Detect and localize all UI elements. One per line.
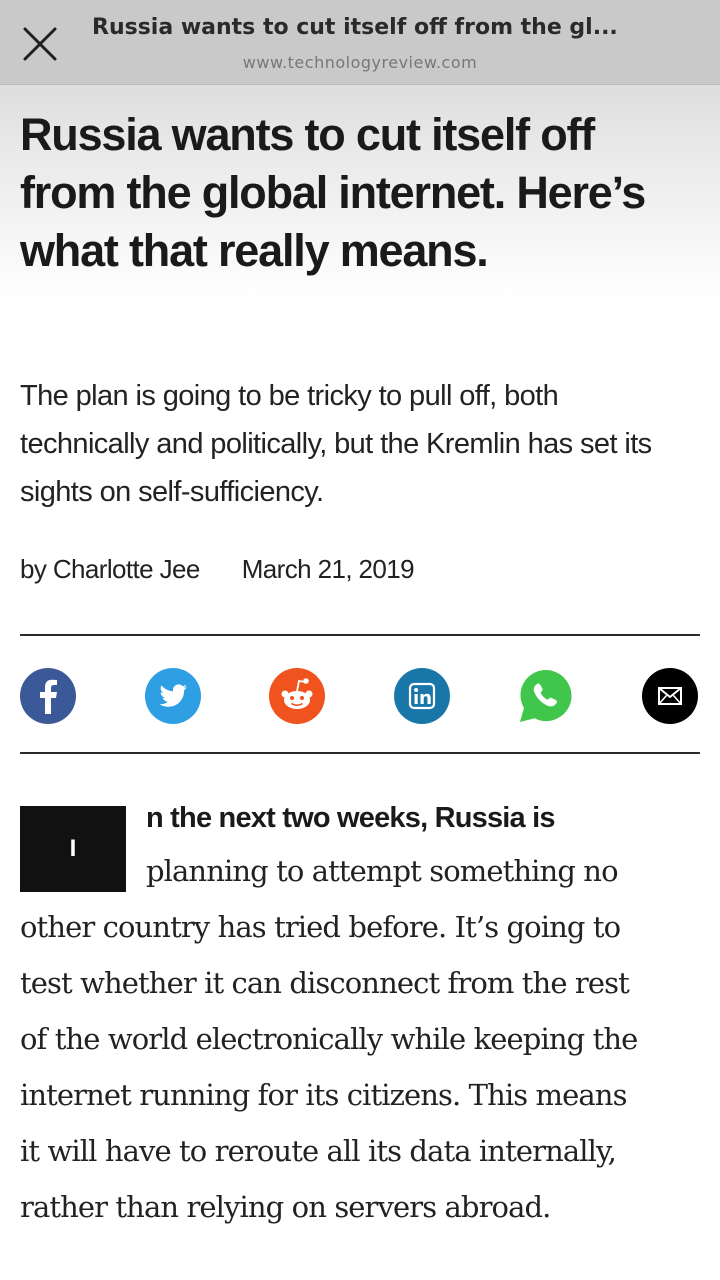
author-link[interactable]: by Charlotte Jee <box>20 554 200 584</box>
body-line: test whether it can disconnect from the … <box>20 966 630 1000</box>
reddit-icon <box>269 668 325 724</box>
page-url: www.technologyreview.com <box>242 53 478 72</box>
body-line: rather than relying on servers abroad. <box>20 1190 551 1224</box>
divider-top <box>20 634 700 636</box>
facebook-icon <box>20 668 76 724</box>
share-facebook-button[interactable] <box>18 666 78 726</box>
article-dek: The plan is going to be tricky to pull o… <box>20 380 652 508</box>
linkedin-icon <box>394 668 450 724</box>
share-bar <box>0 666 720 726</box>
divider-bottom <box>20 752 700 754</box>
byline: by Charlotte Jee March 21, 2019 <box>20 554 415 585</box>
share-reddit-button[interactable] <box>267 666 327 726</box>
body-line: internet running for its citizens. This … <box>20 1078 627 1112</box>
drop-cap: I <box>20 806 126 892</box>
browser-top-bar: Russia wants to cut itself off from the … <box>0 0 720 85</box>
share-linkedin-button[interactable] <box>392 666 452 726</box>
share-email-button[interactable] <box>640 666 700 726</box>
article-headline: Russia wants to cut itself off from the … <box>20 109 646 276</box>
lead-text: n the next two weeks, Russia is <box>146 802 556 834</box>
body-line: other country has tried before. It’s goi… <box>20 910 621 944</box>
mail-icon <box>642 668 698 724</box>
publish-date: March 21, 2019 <box>241 554 415 584</box>
body-line: of the world electronically while keepin… <box>20 1022 638 1056</box>
body-line: planning to attempt something no <box>146 854 619 888</box>
body-line: it will have to reroute all its data int… <box>20 1134 617 1168</box>
share-whatsapp-button[interactable] <box>516 666 576 726</box>
page-title: Russia wants to cut itself off from the … <box>92 15 618 40</box>
whatsapp-icon <box>520 670 572 722</box>
share-twitter-button[interactable] <box>143 666 203 726</box>
twitter-icon <box>145 668 201 724</box>
